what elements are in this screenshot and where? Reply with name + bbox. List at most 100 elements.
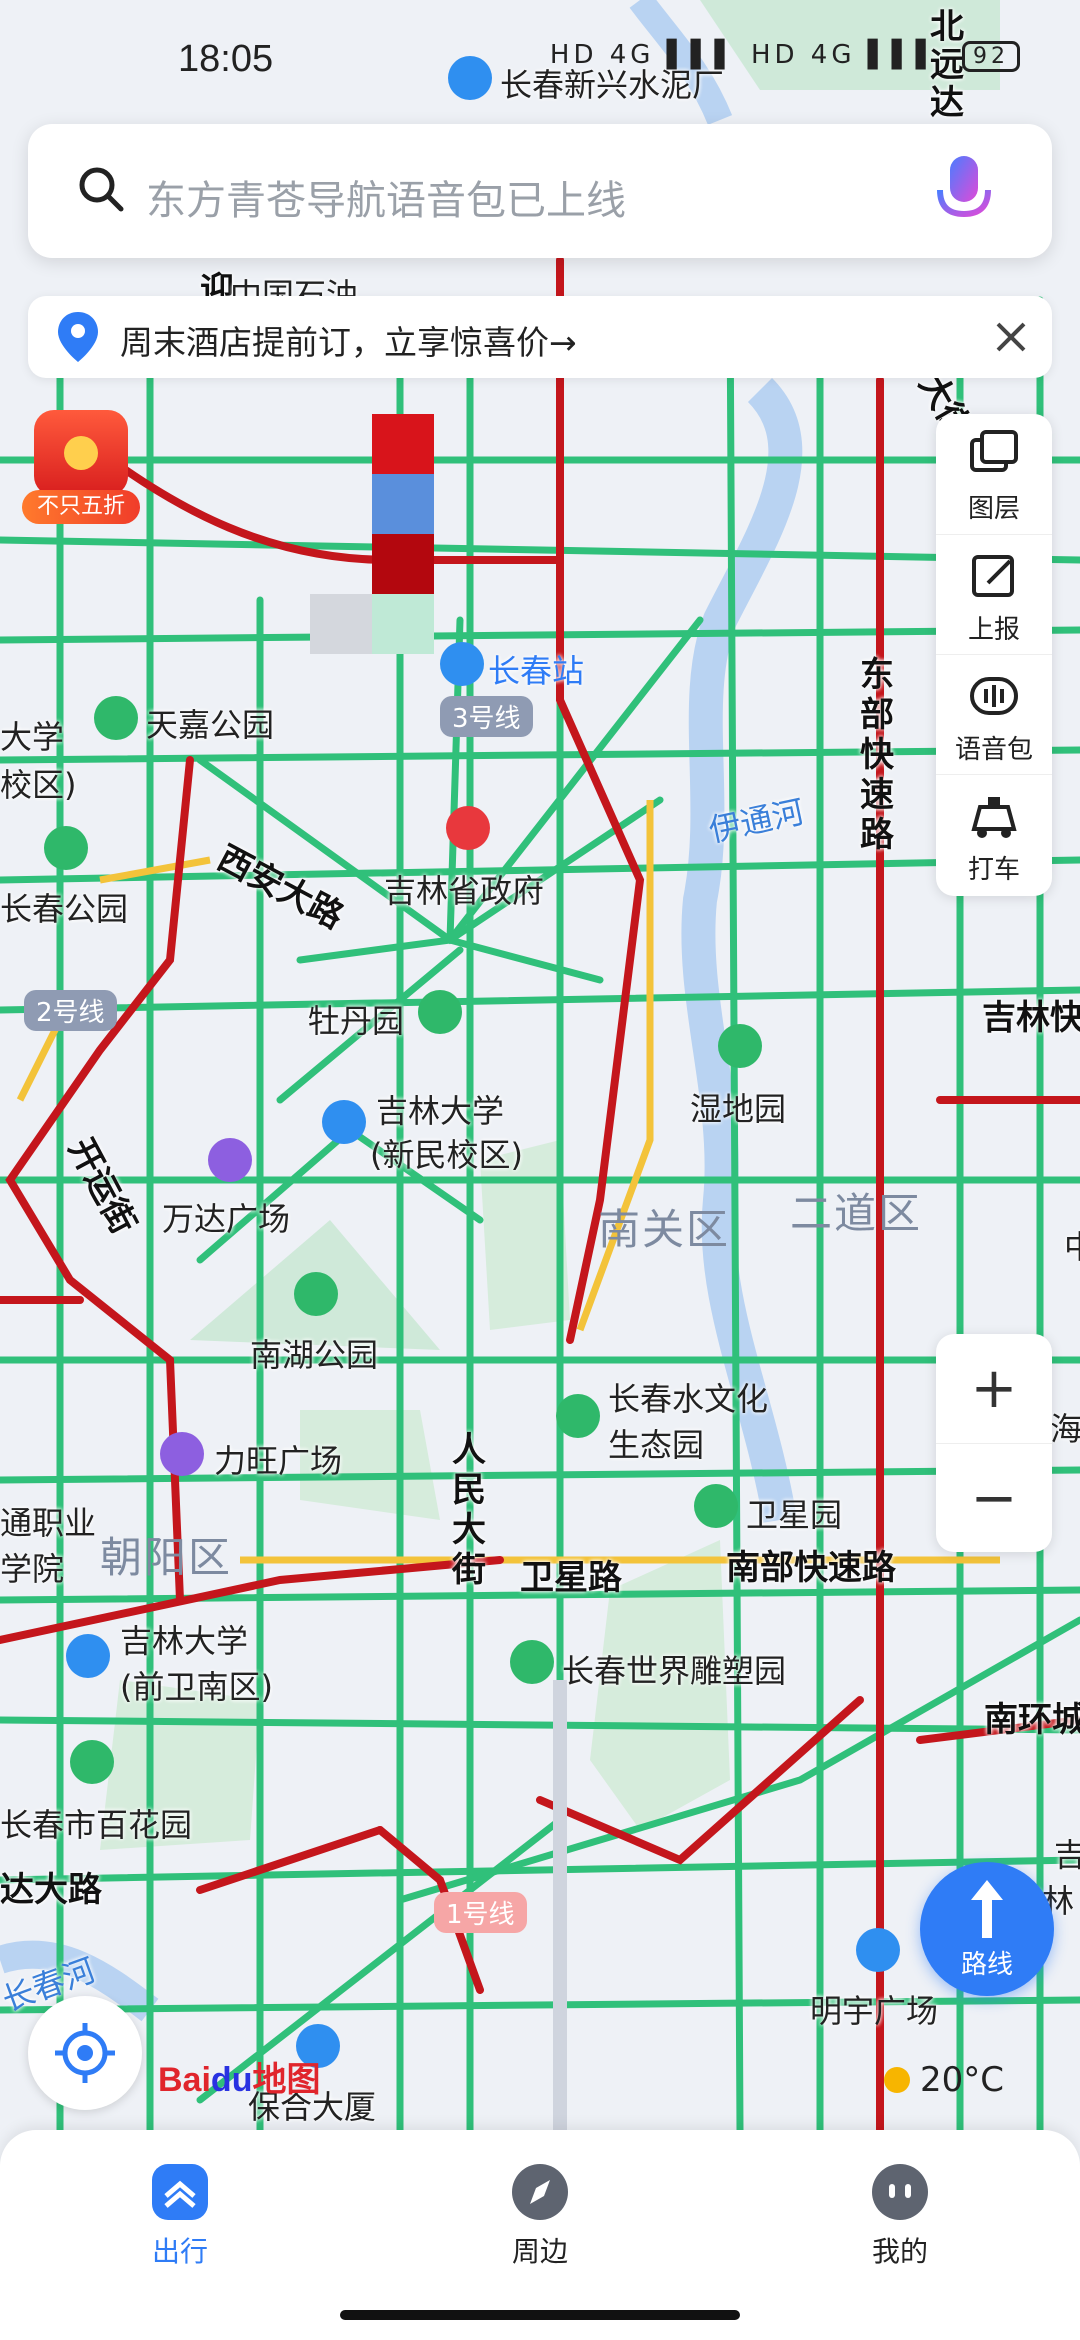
park-icon[interactable] [510, 1640, 554, 1684]
microphone-icon[interactable] [924, 150, 1004, 236]
park-icon[interactable] [44, 826, 88, 870]
road-label: 卫星路 [520, 1558, 622, 1598]
logo-du: du [210, 2061, 253, 2099]
district-label: 二道区 [790, 1189, 923, 1238]
district-label: 朝阳区 [100, 1533, 233, 1582]
search-bar[interactable]: 东方青苍导航语音包已上线 [28, 124, 1052, 258]
poi-label[interactable]: 牡丹园 [308, 996, 404, 1042]
poi-label[interactable]: 卫星园 [746, 1490, 842, 1536]
tool-label: 上报 [967, 615, 1020, 645]
status-bar: 18:05 HD 4G ▌▌▌ HD 4G ▌▌▌ 92 [0, 30, 1080, 90]
gift-icon [34, 410, 128, 496]
park-icon[interactable] [418, 990, 462, 1034]
bottom-navigation: 出行 周边 我的 [0, 2130, 1080, 2340]
zoom-in-button[interactable]: + [936, 1334, 1052, 1443]
poi-label[interactable]: 大学 [0, 712, 64, 758]
poi-label[interactable]: 通职业 [0, 1498, 96, 1544]
poi-label[interactable]: 万达广场 [162, 1194, 290, 1240]
taxi-icon [971, 797, 1017, 838]
poi-label[interactable]: 长春站 [488, 646, 584, 692]
road-label: 东部快速路 [860, 655, 894, 855]
battery-icon: 92 [962, 41, 1020, 72]
poi-label[interactable]: 海 [1050, 1404, 1080, 1450]
park-icon[interactable] [94, 696, 138, 740]
tool-voice-pack[interactable]: 语音包 [936, 654, 1052, 773]
search-icon [79, 167, 124, 212]
poi-label[interactable]: 吉林省政府 [384, 866, 544, 912]
university-icon[interactable] [66, 1634, 110, 1678]
tool-label: 打车 [967, 855, 1020, 885]
promo-banner[interactable]: 周末酒店提前订，立享惊喜价→ [28, 296, 1052, 378]
close-icon[interactable] [990, 316, 1032, 358]
poi-label[interactable]: (新民校区) [370, 1130, 523, 1176]
location-pin-icon [58, 312, 98, 362]
locate-button[interactable] [28, 1996, 142, 2110]
poi-label[interactable]: 吉林大学 [120, 1616, 248, 1662]
poi-label[interactable]: 校区) [0, 760, 77, 806]
signal-icon: HD 4G ▌▌▌ HD 4G ▌▌▌ [549, 40, 940, 70]
search-placeholder[interactable]: 东方青苍导航语音包已上线 [146, 168, 626, 226]
travel-icon [152, 2164, 208, 2220]
road-label: 人民大街 [452, 1430, 486, 1590]
park-icon[interactable] [294, 1272, 338, 1316]
poi-icon[interactable] [856, 1928, 900, 1972]
zoom-out-button[interactable]: − [936, 1443, 1052, 1553]
report-icon [972, 555, 1014, 597]
poi-label[interactable]: 南湖公园 [250, 1330, 378, 1376]
metro-line-badge: 2号线 [24, 990, 117, 1031]
park-icon[interactable] [694, 1484, 738, 1528]
poi-label[interactable]: 中 [1064, 1222, 1080, 1268]
district-label: 南关区 [598, 1205, 731, 1254]
government-icon[interactable] [446, 806, 490, 850]
poi-label[interactable]: 学院 [0, 1544, 64, 1590]
temperature: 20°C [920, 2060, 1005, 2100]
red-packet-label: 不只五折 [22, 490, 140, 524]
route-label: 路线 [960, 1950, 1013, 1980]
nav-label: 周边 [511, 2235, 568, 2268]
poi-label[interactable]: (前卫南区) [120, 1662, 273, 1708]
poi-label[interactable]: 明宇广场 [810, 1986, 938, 2032]
logo-bai: Bai [158, 2061, 211, 2099]
station-icon[interactable] [440, 642, 484, 686]
poi-label[interactable]: 长春市百花园 [0, 1800, 192, 1846]
tool-layers[interactable]: 图层 [936, 414, 1052, 532]
metro-line-badge: 1号线 [434, 1892, 527, 1933]
poi-label[interactable]: 力旺广场 [214, 1436, 342, 1482]
poi-label[interactable]: 长春世界雕塑园 [562, 1646, 786, 1692]
weather-indicator[interactable]: 20°C [884, 2060, 1004, 2100]
nav-label: 出行 [151, 2235, 208, 2268]
university-icon[interactable] [322, 1100, 366, 1144]
route-arrow-icon [971, 1880, 1003, 1938]
road-label: 南部快速路 [726, 1548, 896, 1588]
home-indicator[interactable] [340, 2310, 740, 2320]
red-packet-promo[interactable]: 不只五折 [22, 404, 140, 524]
park-icon[interactable] [556, 1394, 600, 1438]
sun-icon [884, 2067, 910, 2093]
poi-label[interactable]: 天嘉公园 [146, 700, 274, 746]
nav-profile[interactable]: 我的 [820, 2162, 980, 2270]
route-button[interactable]: 路线 [920, 1862, 1054, 1996]
tool-label: 语音包 [954, 735, 1033, 765]
mall-icon[interactable] [208, 1138, 252, 1182]
promo-text[interactable]: 周末酒店提前订，立享惊喜价→ [120, 316, 577, 364]
poi-label[interactable]: 长春水文化 [608, 1374, 768, 1420]
poi-label[interactable]: 生态园 [608, 1420, 704, 1466]
metro-line-badge: 3号线 [440, 696, 533, 737]
poi-label[interactable]: 吉 [1054, 1830, 1080, 1876]
network-indicators: HD 4G ▌▌▌ HD 4G ▌▌▌ 92 [550, 40, 1020, 72]
tool-report[interactable]: 上报 [936, 534, 1052, 653]
park-icon[interactable] [70, 1740, 114, 1784]
voice-pack-icon [970, 677, 1018, 715]
poi-label[interactable]: 湿地园 [690, 1084, 786, 1130]
poi-label[interactable]: 长春公园 [0, 884, 128, 930]
crosshair-icon [55, 2023, 115, 2083]
nav-travel[interactable]: 出行 [100, 2162, 260, 2270]
layers-icon [970, 430, 1018, 472]
park-icon[interactable] [718, 1024, 762, 1068]
nav-nearby[interactable]: 周边 [460, 2162, 620, 2270]
compass-icon [512, 2164, 568, 2220]
profile-icon [872, 2164, 928, 2220]
mall-icon[interactable] [160, 1432, 204, 1476]
poi-label[interactable]: 吉林大学 [376, 1086, 504, 1132]
tool-taxi[interactable]: 打车 [936, 774, 1052, 893]
